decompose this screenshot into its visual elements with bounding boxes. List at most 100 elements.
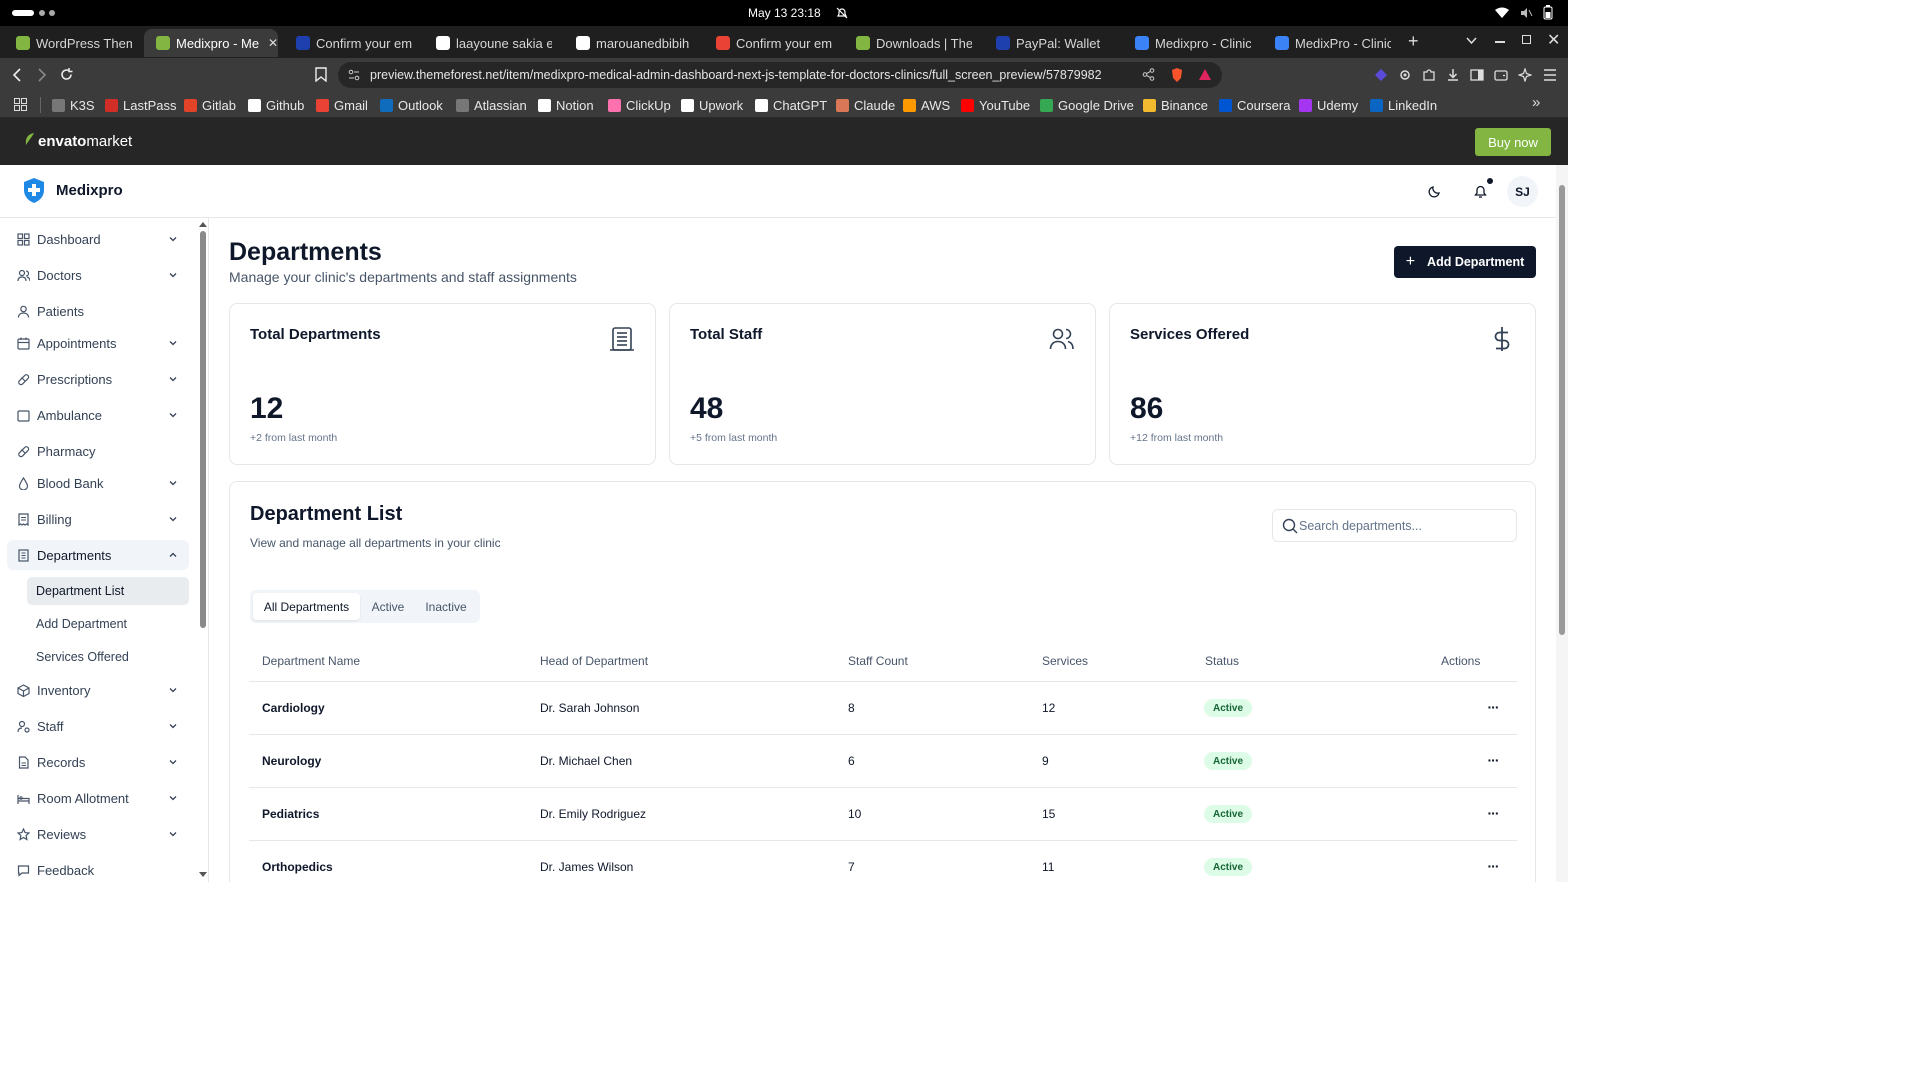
forward-arrow-icon[interactable] <box>36 68 48 82</box>
bookmark-chatgpt[interactable]: ChatGPT <box>755 96 827 114</box>
bookmark-atlassian[interactable]: Atlassian <box>456 96 527 114</box>
bookmark-aws[interactable]: AWS <box>903 96 950 114</box>
sidebar-item-feedback[interactable]: Feedback <box>7 855 189 882</box>
sidebar-item-dashboard[interactable]: Dashboard <box>7 224 189 254</box>
sidebar-item-doctors[interactable]: Doctors <box>7 260 189 290</box>
bookmark-udemy[interactable]: Udemy <box>1299 96 1358 114</box>
column-header-department-name[interactable]: Department Name <box>262 654 360 668</box>
sidebar-scrollbar[interactable] <box>199 218 207 882</box>
extension-gear-icon[interactable] <box>1398 68 1412 82</box>
dark-mode-moon-icon[interactable] <box>1428 184 1442 198</box>
downloads-icon[interactable] <box>1446 68 1460 82</box>
buy-now-button[interactable]: Buy now <box>1475 128 1551 156</box>
table-row[interactable]: Neurology Dr. Michael Chen 6 9 Active ··· <box>249 734 1517 787</box>
medixpro-logo-icon[interactable] <box>22 177 46 204</box>
row-actions-more-icon[interactable]: ··· <box>1483 750 1503 770</box>
brave-shields-icon[interactable] <box>1170 67 1184 83</box>
new-tab-button[interactable]: + <box>1408 32 1419 50</box>
address-bar[interactable]: preview.themeforest.net/item/medixpro-me… <box>338 62 1222 88</box>
sidebar-item-staff[interactable]: Staff <box>7 711 189 741</box>
extensions-puzzle-icon[interactable] <box>1422 68 1436 82</box>
sidebar-item-patients[interactable]: Patients <box>7 296 189 326</box>
tab-active[interactable]: Active <box>364 593 412 620</box>
bookmark-outlook[interactable]: Outlook <box>380 96 443 114</box>
close-window-button[interactable]: ✕ <box>1547 30 1560 50</box>
browser-tab[interactable]: Confirm your ema <box>704 29 838 57</box>
bookmark-page-icon[interactable] <box>315 67 327 82</box>
sidebar-item-reviews[interactable]: Reviews <box>7 819 189 849</box>
add-department-button[interactable]: + Add Department <box>1394 246 1536 278</box>
user-avatar[interactable]: SJ <box>1507 176 1538 207</box>
restore-window-button[interactable] <box>1522 35 1531 44</box>
table-row[interactable]: Pediatrics Dr. Emily Rodriguez 10 15 Active ·… <box>249 787 1517 840</box>
bookmark-linkedin[interactable]: LinkedIn <box>1370 96 1437 114</box>
bookmark-gmail[interactable]: Gmail <box>316 96 368 114</box>
sidebar-item-billing[interactable]: Billing <box>7 504 189 534</box>
browser-tab[interactable]: MedixPro - Clinic <box>1263 29 1397 57</box>
envato-market-logo[interactable]: envato market <box>24 132 132 150</box>
page-scrollbar-thumb[interactable] <box>1559 185 1565 635</box>
extension-wallet-icon[interactable] <box>1374 68 1388 82</box>
site-info-icon[interactable] <box>348 69 360 81</box>
table-row[interactable]: Orthopedics Dr. James Wilson 7 11 Active ··· <box>249 840 1517 882</box>
volume-muted-icon[interactable] <box>1519 6 1533 20</box>
sidebar-item-ambulance[interactable]: Ambulance <box>7 400 189 430</box>
browser-tab[interactable]: Downloads | Them <box>844 29 978 57</box>
sidebar-subitem-services-offered[interactable]: Services Offered <box>27 643 189 671</box>
browser-tab[interactable]: PayPal: Wallet <box>984 29 1118 57</box>
bookmark-lastpass[interactable]: LastPass <box>105 96 176 114</box>
leo-ai-icon[interactable] <box>1518 68 1532 82</box>
battery-icon[interactable] <box>1543 5 1553 20</box>
bookmark-github[interactable]: Github <box>248 96 304 114</box>
browser-tab[interactable]: WordPress Theme <box>4 29 138 57</box>
search-departments-input[interactable]: Search departments... <box>1272 509 1517 542</box>
browser-tab[interactable]: Medixpro - Me ✕ <box>144 29 278 57</box>
bookmark-clickup[interactable]: ClickUp <box>608 96 671 114</box>
sidebar-scrollbar-thumb[interactable] <box>200 231 206 628</box>
sidebar-item-departments[interactable]: Departments <box>7 540 189 570</box>
page-scrollbar[interactable] <box>1556 165 1568 882</box>
sidebar-item-room-allotment[interactable]: Room Allotment <box>7 783 189 813</box>
reload-icon[interactable] <box>59 67 74 82</box>
sidebar-item-records[interactable]: Records <box>7 747 189 777</box>
browser-tab[interactable]: laayoune sakia el <box>424 29 558 57</box>
main-menu-icon[interactable] <box>1543 69 1557 81</box>
column-header-head-of-department[interactable]: Head of Department <box>540 654 648 668</box>
column-header-status[interactable]: Status <box>1205 654 1239 668</box>
sidebar-item-blood-bank[interactable]: Blood Bank <box>7 468 189 498</box>
brave-rewards-icon[interactable] <box>1198 68 1212 81</box>
bookmark-google-drive[interactable]: Google Drive <box>1040 96 1134 114</box>
system-clock[interactable]: May 13 23:18 <box>748 6 821 20</box>
back-arrow-icon[interactable] <box>12 68 24 82</box>
wallet-icon[interactable] <box>1494 68 1508 82</box>
table-row[interactable]: Cardiology Dr. Sarah Johnson 8 12 Active ··· <box>249 681 1517 734</box>
bookmark-youtube[interactable]: YouTube <box>961 96 1030 114</box>
browser-tab[interactable]: marouanedbibih <box>564 29 698 57</box>
tab-list-chevron-icon[interactable] <box>1466 37 1477 45</box>
sidebar-item-appointments[interactable]: Appointments <box>7 328 189 358</box>
sidebar-item-prescriptions[interactable]: Prescriptions <box>7 364 189 394</box>
tab-all-departments[interactable]: All Departments <box>253 593 360 620</box>
row-actions-more-icon[interactable]: ··· <box>1483 803 1503 823</box>
sidebar-subitem-department-list[interactable]: Department List <box>27 577 189 605</box>
tab-inactive[interactable]: Inactive <box>416 593 476 620</box>
notifications-bell-icon[interactable] <box>1473 183 1488 199</box>
bookmark-binance[interactable]: Binance <box>1143 96 1208 114</box>
sidebar-item-inventory[interactable]: Inventory <box>7 675 189 705</box>
bookmark-coursera[interactable]: Coursera <box>1219 96 1290 114</box>
bookmark-claude[interactable]: Claude <box>836 96 895 114</box>
sidebar-subitem-add-department[interactable]: Add Department <box>27 610 189 638</box>
browser-tab[interactable]: Medixpro - Clinic <box>1123 29 1257 57</box>
column-header-services[interactable]: Services <box>1042 654 1088 668</box>
wifi-icon[interactable] <box>1495 7 1509 19</box>
bookmark-notion[interactable]: Notion <box>538 96 594 114</box>
activities-indicator[interactable] <box>12 10 34 16</box>
browser-tab[interactable]: Confirm your ema <box>284 29 418 57</box>
row-actions-more-icon[interactable]: ··· <box>1483 856 1503 876</box>
more-bookmarks-chevron-icon[interactable]: » <box>1532 94 1540 111</box>
share-icon[interactable] <box>1142 68 1155 81</box>
bookmark-gitlab[interactable]: Gitlab <box>184 96 236 114</box>
sidebar-item-pharmacy[interactable]: Pharmacy <box>7 436 189 466</box>
column-header-staff-count[interactable]: Staff Count <box>848 654 908 668</box>
close-tab-icon[interactable]: ✕ <box>268 36 278 50</box>
